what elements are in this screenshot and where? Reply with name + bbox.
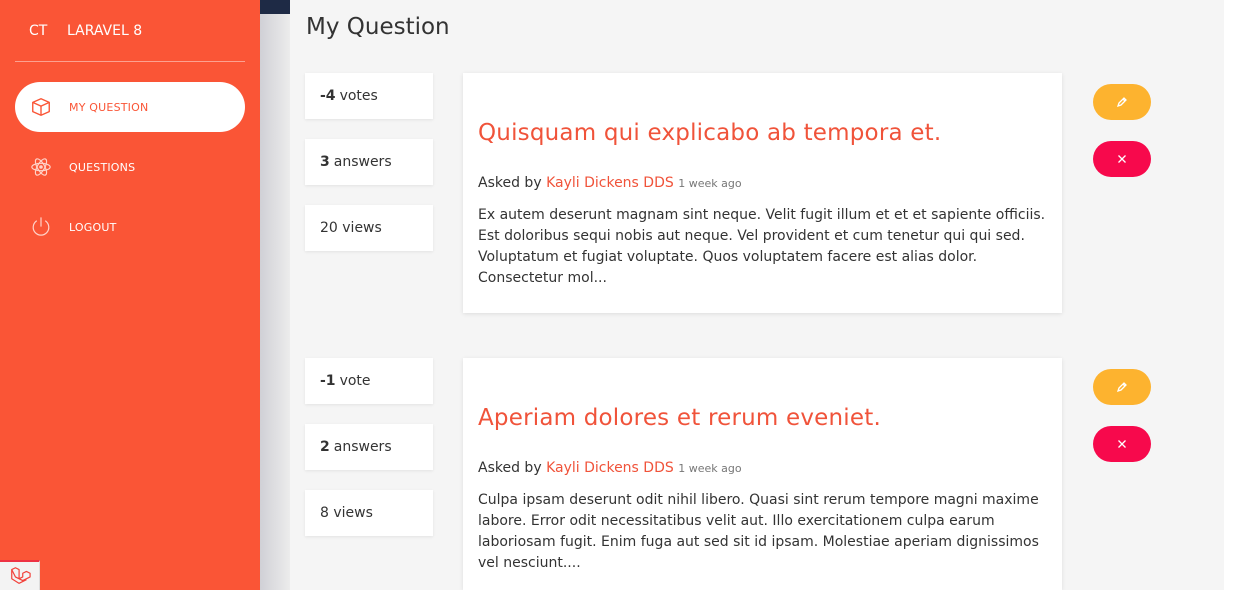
votes-count: -1	[320, 373, 336, 389]
votes-label: vote	[339, 373, 371, 389]
page-title: My Question	[306, 14, 450, 40]
page-edge	[1224, 0, 1239, 590]
power-icon	[29, 215, 53, 239]
sidebar-item-questions[interactable]: QUESTIONS	[15, 142, 245, 192]
edit-icon	[1116, 382, 1127, 393]
question-meta: Asked by Kayli Dickens DDS 1 week ago	[478, 460, 1047, 476]
votes-stat: -4 votes	[305, 73, 433, 119]
edit-icon	[1116, 97, 1127, 108]
asked-by-label: Asked by	[478, 460, 542, 476]
atom-icon	[29, 155, 53, 179]
sidebar: CT LARAVEL 8 MY QUESTION QUESTIONS LOGOU…	[0, 0, 260, 590]
sidebar-item-label: QUESTIONS	[69, 160, 136, 174]
views-label: 8 views	[320, 505, 373, 521]
cube-icon	[29, 95, 53, 119]
question-excerpt: Ex autem deserunt magnam sint neque. Vel…	[478, 207, 1046, 286]
answers-count: 2	[320, 439, 330, 455]
sidebar-item-my-question[interactable]: MY QUESTION	[15, 82, 245, 132]
question-card: Aperiam dolores et rerum eveniet. Asked …	[463, 358, 1062, 590]
votes-count: -4	[320, 88, 336, 104]
question-card: Quisquam qui explicabo ab tempora et. As…	[463, 73, 1062, 313]
close-icon	[1118, 155, 1126, 163]
answers-count: 3	[320, 154, 330, 170]
sidebar-nav: MY QUESTION QUESTIONS LOGOUT	[15, 82, 245, 262]
author-link[interactable]: Kayli Dickens DDS	[546, 175, 674, 191]
views-stat: 20 views	[305, 205, 433, 251]
edit-button[interactable]	[1093, 369, 1151, 405]
brand-name: LARAVEL 8	[67, 22, 143, 39]
edit-button[interactable]	[1093, 84, 1151, 120]
author-link[interactable]: Kayli Dickens DDS	[546, 460, 674, 476]
laravel-logo-icon[interactable]	[0, 560, 40, 590]
question-excerpt: Culpa ipsam deserunt odit nihil libero. …	[478, 492, 1039, 571]
sidebar-item-label: LOGOUT	[69, 220, 117, 234]
views-label: 20 views	[320, 220, 382, 236]
answers-label: answers	[333, 154, 392, 170]
question-title-link[interactable]: Quisquam qui explicabo ab tempora et.	[478, 120, 1047, 146]
votes-label: votes	[339, 88, 378, 104]
question-title-link[interactable]: Aperiam dolores et rerum eveniet.	[478, 405, 1047, 431]
asked-by-label: Asked by	[478, 175, 542, 191]
navbar-strip	[260, 0, 290, 14]
divider-shadow	[260, 14, 290, 590]
brand-divider	[15, 61, 245, 62]
answers-label: answers	[333, 439, 392, 455]
sidebar-item-logout[interactable]: LOGOUT	[15, 202, 245, 252]
brand-mini: CT	[29, 22, 48, 39]
answers-stat: 3 answers	[305, 139, 433, 185]
sidebar-item-label: MY QUESTION	[69, 100, 149, 114]
main-content: My Question -4 votes 3 answers 20 views …	[290, 0, 1224, 590]
votes-stat: -1 vote	[305, 358, 433, 404]
close-icon	[1118, 440, 1126, 448]
answers-stat: 2 answers	[305, 424, 433, 470]
question-time: 1 week ago	[678, 177, 742, 190]
brand[interactable]: CT LARAVEL 8	[0, 0, 260, 61]
question-time: 1 week ago	[678, 462, 742, 475]
delete-button[interactable]	[1093, 141, 1151, 177]
question-meta: Asked by Kayli Dickens DDS 1 week ago	[478, 175, 1047, 191]
delete-button[interactable]	[1093, 426, 1151, 462]
views-stat: 8 views	[305, 490, 433, 536]
